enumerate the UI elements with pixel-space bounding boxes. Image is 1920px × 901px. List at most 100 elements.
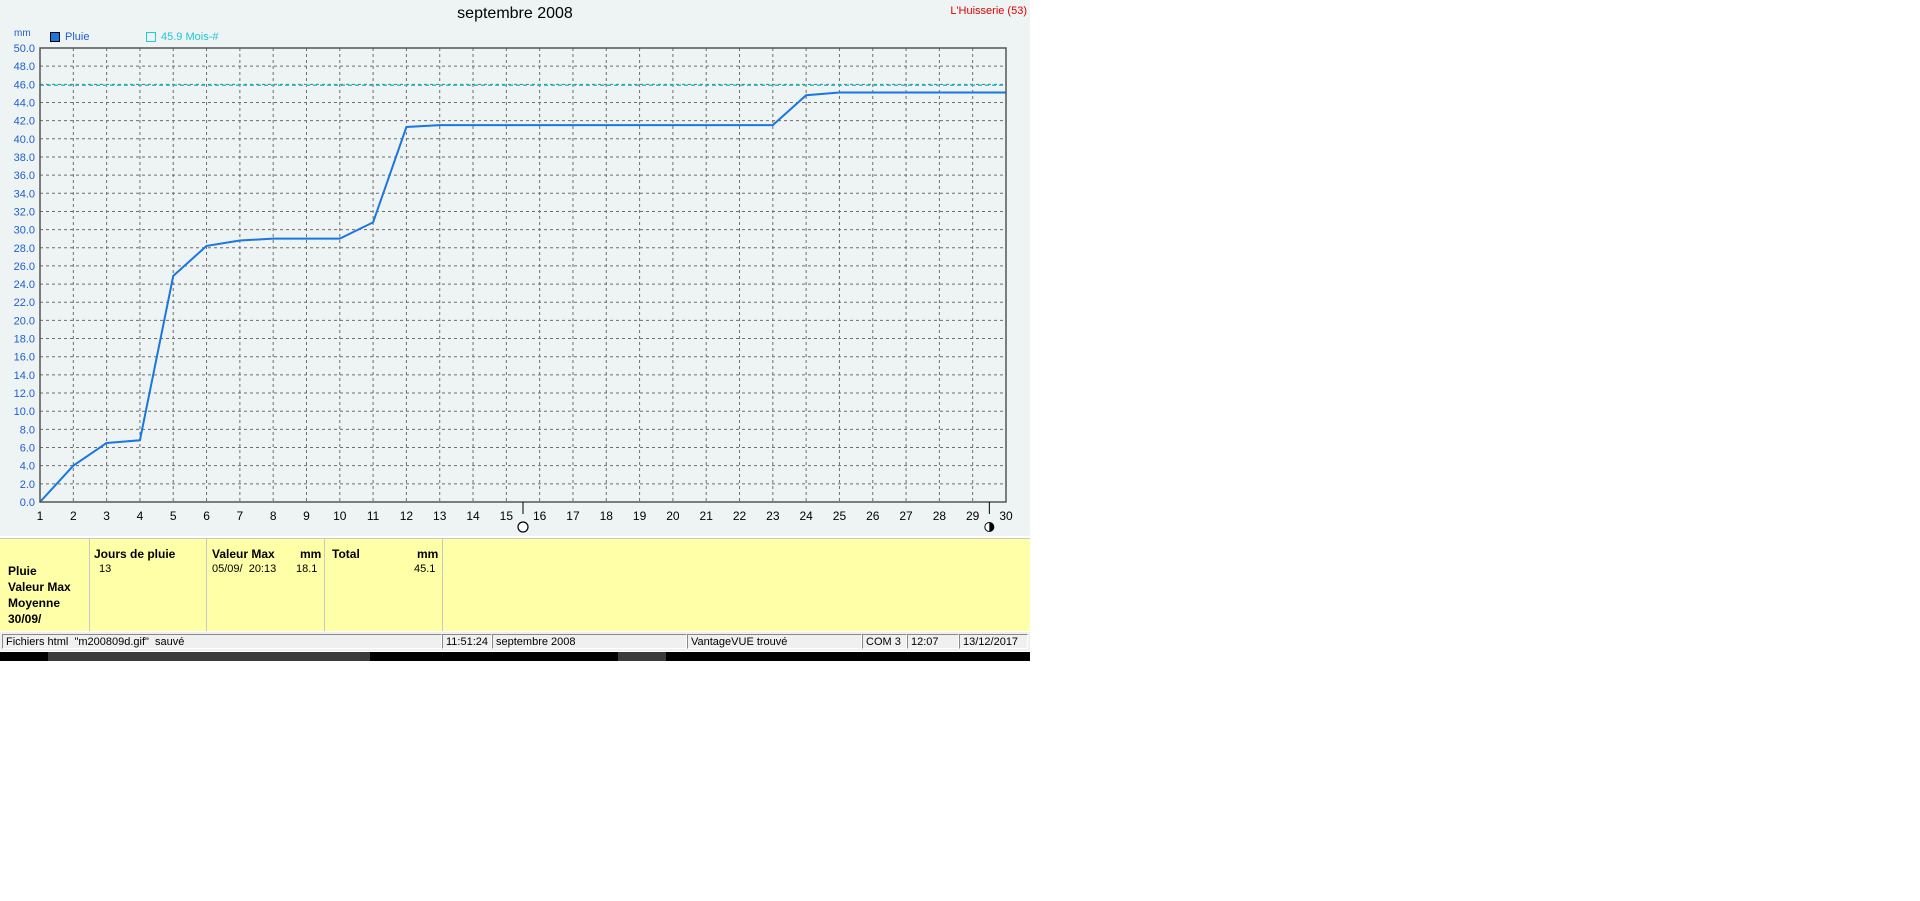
row-label-valeur-max: Valeur Max <box>8 580 71 594</box>
max-unit: mm <box>300 547 322 561</box>
x-tick-label: 9 <box>303 509 310 523</box>
stats-row-labels: Pluie Valeur Max Moyenne 30/09/ <box>8 563 71 627</box>
y-tick-label: 14.0 <box>14 370 35 382</box>
stats-column-jours: Jours de pluie 13 <box>89 539 207 631</box>
x-tick-label: 8 <box>270 509 277 523</box>
y-tick-label: 12.0 <box>14 388 35 400</box>
legend-item-pluie: Pluie <box>50 31 89 43</box>
y-tick-label: 2.0 <box>20 479 35 491</box>
y-tick-label: 40.0 <box>14 134 35 146</box>
x-tick-label: 7 <box>237 509 244 523</box>
max-date: 05/09/ 20:13 <box>212 563 277 575</box>
y-tick-label: 28.0 <box>14 243 35 255</box>
jours-value: 13 <box>99 563 112 575</box>
x-tick-label: 14 <box>466 509 480 523</box>
legend-item-average: 45.9 Mois-# <box>146 31 218 43</box>
stats-panel: Pluie Valeur Max Moyenne 30/09/ Jours de… <box>0 538 1030 631</box>
status-port: COM 3 <box>862 634 907 649</box>
y-tick-label: 10.0 <box>14 406 35 418</box>
x-tick-label: 27 <box>899 509 913 523</box>
y-tick-label: 48.0 <box>14 61 35 73</box>
x-tick-label: 12 <box>400 509 414 523</box>
x-tick-label: 29 <box>966 509 980 523</box>
y-tick-label: 50.0 <box>14 43 35 55</box>
x-tick-label: 17 <box>566 509 580 523</box>
y-tick-label: 38.0 <box>14 152 35 164</box>
y-tick-label: 42.0 <box>14 116 35 128</box>
x-tick-label: 30 <box>999 509 1013 523</box>
row-label-date: 30/09/ <box>8 612 42 626</box>
status-message: Fichiers html "m200809d.gif" sauvé <box>2 634 442 649</box>
y-tick-label: 30.0 <box>14 225 35 237</box>
x-tick-label: 28 <box>933 509 947 523</box>
y-tick-label: 32.0 <box>14 206 35 218</box>
x-tick-label: 16 <box>533 509 547 523</box>
taskbar-segment <box>48 652 370 661</box>
stats-column-total: Total mm 45.1 <box>324 539 443 631</box>
x-tick-label: 23 <box>766 509 780 523</box>
x-tick-label: 5 <box>170 509 177 523</box>
y-tick-label: 8.0 <box>20 424 35 436</box>
legend-swatch-average <box>146 32 156 42</box>
max-value: 18.1 <box>296 563 318 575</box>
y-tick-label: 6.0 <box>20 443 35 455</box>
x-tick-label: 4 <box>137 509 144 523</box>
taskbar-segment <box>618 652 666 661</box>
rain-chart: 0.0 2.0 4.0 6.0 8.0 10.0 12.0 14.0 16.0 18.0 20.0 2… <box>14 43 1013 533</box>
chart-title: septembre 2008 <box>457 5 573 22</box>
x-tick-label: 3 <box>103 509 110 523</box>
total-header: Total <box>332 547 360 561</box>
status-date: 13/12/2017 <box>959 634 1028 649</box>
x-tick-label: 24 <box>799 509 813 523</box>
y-tick-label: 22.0 <box>14 297 35 309</box>
y-tick-label: 0.0 <box>20 497 35 509</box>
max-header: Valeur Max <box>212 547 275 561</box>
x-tick-label: 18 <box>600 509 614 523</box>
y-axis-unit: mm <box>14 28 31 39</box>
y-tick-label: 26.0 <box>14 261 35 273</box>
legend-label-pluie: Pluie <box>65 31 90 43</box>
stats-column-max: Valeur Max mm 05/09/ 20:13 18.1 <box>206 539 325 631</box>
rain-chart-panel: 0.0 2.0 4.0 6.0 8.0 10.0 12.0 14.0 16.0 18.0 20.0 2… <box>0 0 1030 536</box>
x-tick-label: 21 <box>700 509 714 523</box>
y-tick-label: 46.0 <box>14 79 35 91</box>
y-tick-label: 16.0 <box>14 352 35 364</box>
y-tick-label: 24.0 <box>14 279 35 291</box>
x-tick-label: 22 <box>733 509 747 523</box>
x-tick-label: 1 <box>37 509 44 523</box>
x-tick-label: 26 <box>866 509 880 523</box>
y-tick-label: 44.0 <box>14 97 35 109</box>
status-period: septembre 2008 <box>492 634 687 649</box>
row-label-pluie: Pluie <box>8 564 37 578</box>
x-tick-label: 2 <box>70 509 77 523</box>
legend-label-average: 45.9 Mois-# <box>161 31 219 43</box>
legend-swatch-pluie <box>50 32 60 42</box>
x-tick-label: 15 <box>500 509 514 523</box>
x-tick-label: 20 <box>666 509 680 523</box>
y-tick-label: 36.0 <box>14 170 35 182</box>
x-tick-label: 10 <box>333 509 347 523</box>
y-tick-label: 18.0 <box>14 334 35 346</box>
total-unit: mm <box>417 547 439 561</box>
taskbar-strip <box>0 652 1030 661</box>
x-tick-label: 13 <box>433 509 447 523</box>
status-bar: Fichiers html "m200809d.gif" sauvé 11:51… <box>0 632 1030 651</box>
y-tick-label: 4.0 <box>20 461 35 473</box>
status-device: VantageVUE trouvé <box>687 634 862 649</box>
weather-app: 0.0 2.0 4.0 6.0 8.0 10.0 12.0 14.0 16.0 18.0 20.0 2… <box>0 0 1030 662</box>
x-tick-label: 11 <box>367 509 380 523</box>
x-tick-label: 25 <box>833 509 847 523</box>
station-label: L'Huisserie (53) <box>950 5 1027 17</box>
status-time: 11:51:24 <box>442 634 492 649</box>
y-tick-label: 20.0 <box>14 315 35 327</box>
y-tick-label: 34.0 <box>14 188 35 200</box>
full-moon-icon <box>517 521 529 533</box>
x-tick-label: 19 <box>633 509 647 523</box>
x-tick-label: 6 <box>203 509 210 523</box>
status-clock: 12:07 <box>907 634 959 649</box>
total-value: 45.1 <box>414 563 436 575</box>
row-label-moyenne: Moyenne <box>8 596 61 610</box>
plot-area <box>40 48 1006 502</box>
stats-row-labels-column: Pluie Valeur Max Moyenne 30/09/ <box>0 539 90 631</box>
jours-header: Jours de pluie <box>94 547 176 561</box>
